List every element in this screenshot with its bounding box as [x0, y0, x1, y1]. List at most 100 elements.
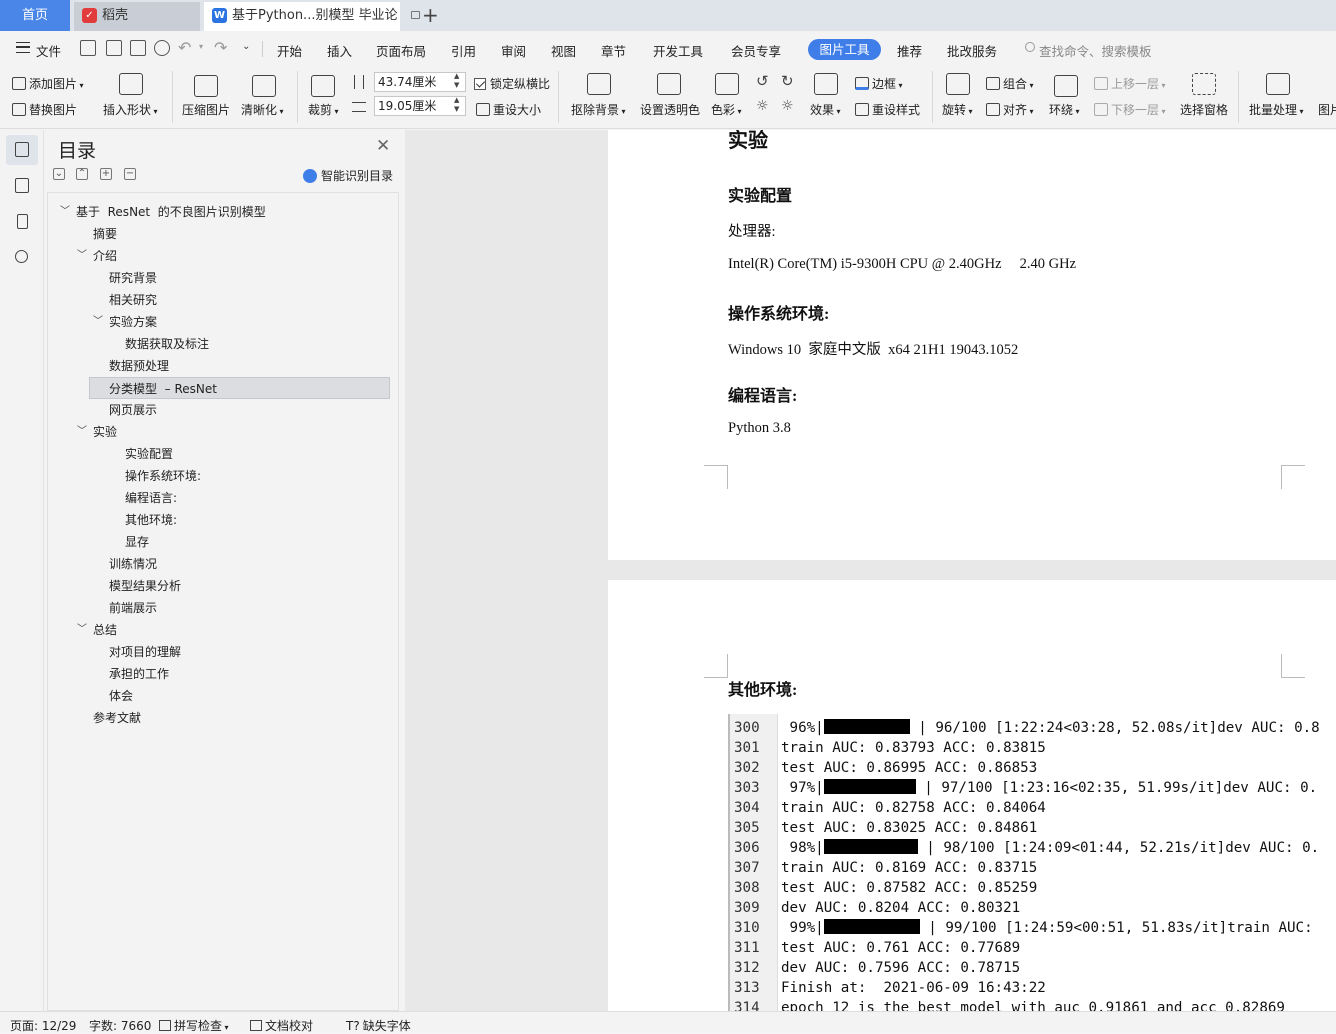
- toc-item[interactable]: 训练情况: [109, 553, 157, 575]
- proofread-button[interactable]: 文档校对: [250, 1017, 313, 1034]
- toc-item[interactable]: ﹀ 实验方案: [93, 311, 157, 333]
- chevron-down-icon[interactable]: ﹀: [93, 311, 103, 333]
- hamburger-icon[interactable]: [16, 42, 30, 53]
- save-icon[interactable]: [80, 40, 96, 56]
- transparency-icon: [657, 73, 681, 95]
- toc-item[interactable]: 其他环境:: [125, 509, 177, 531]
- menu-recommend[interactable]: 推荐: [897, 41, 922, 60]
- code-screenshot-image[interactable]: 300 96%| | 96/100 [1:22:24<03:28, 52.08s…: [728, 714, 1336, 1011]
- toc-item[interactable]: 编程语言:: [125, 487, 177, 509]
- find-button[interactable]: [6, 243, 38, 273]
- toc-item[interactable]: 研究背景: [109, 267, 157, 289]
- toc-item[interactable]: 承担的工作: [109, 663, 169, 685]
- toc-item[interactable]: 实验配置: [125, 443, 173, 465]
- reset-style-button[interactable]: 重设样式: [855, 101, 920, 118]
- bring-forward-button[interactable]: 上移一层 ▾: [1094, 75, 1166, 92]
- tab-home[interactable]: 首页: [0, 0, 70, 31]
- toc-item[interactable]: 网页展示: [109, 399, 157, 421]
- menu-picture-tools[interactable]: 图片工具: [808, 39, 881, 60]
- reset-size-button[interactable]: 重设大小: [476, 101, 541, 118]
- redo-icon[interactable]: ↷: [214, 38, 227, 57]
- customize-dropdown-icon[interactable]: ⌄: [242, 41, 250, 52]
- picture-more-button[interactable]: 图片: [1318, 101, 1336, 118]
- toc-pane-button[interactable]: [6, 135, 38, 165]
- group-button[interactable]: 组合 ▾: [986, 75, 1034, 92]
- tab-document[interactable]: W 基于Python...别模型 毕业论文: [204, 2, 400, 50]
- toc-item[interactable]: 参考文献: [93, 707, 141, 729]
- toc-item[interactable]: ﹀ 总结: [77, 619, 117, 641]
- chevron-down-icon[interactable]: ﹀: [77, 245, 87, 267]
- chevron-down-icon[interactable]: ﹀: [77, 421, 87, 443]
- toc-item[interactable]: 数据预处理: [109, 355, 169, 377]
- chapter-nav-button[interactable]: [6, 171, 38, 201]
- print-preview-icon[interactable]: [154, 40, 170, 56]
- close-icon[interactable]: ✕: [376, 136, 390, 156]
- menu-view[interactable]: 视图: [551, 41, 576, 60]
- add-image-button[interactable]: 添加图片 ▾: [12, 75, 84, 92]
- replace-image-button[interactable]: 替换图片: [12, 101, 77, 118]
- width-input[interactable]: 19.05厘米: [374, 96, 466, 116]
- command-search-input[interactable]: 查找命令、搜索模板: [1039, 41, 1152, 60]
- spell-check-button[interactable]: 拼写检查 ▾: [159, 1017, 229, 1034]
- chevron-down-icon[interactable]: ﹀: [77, 619, 87, 641]
- bookmark-button[interactable]: [6, 207, 38, 237]
- menu-developer[interactable]: 开发工具: [653, 41, 703, 60]
- menu-grading[interactable]: 批改服务: [947, 41, 997, 60]
- collapse-icon[interactable]: −: [124, 168, 136, 180]
- toc-item[interactable]: 分类模型 – ResNet: [89, 377, 390, 399]
- tab-docer[interactable]: ✓ 稻壳: [74, 2, 200, 31]
- menu-start[interactable]: 开始: [277, 41, 302, 60]
- word-count[interactable]: 字数: 7660: [89, 1017, 151, 1034]
- toc-item[interactable]: 对项目的理解: [109, 641, 181, 663]
- toc-item-label: 介绍: [93, 249, 118, 263]
- menu-chapter[interactable]: 章节: [601, 41, 626, 60]
- document-page: 其他环境: 300 96%| | 96/100 [1:22:24<03:28, …: [608, 580, 1336, 1011]
- chevron-down-icon[interactable]: ﹀: [60, 201, 70, 223]
- ai-detect-toc-button[interactable]: 智能识别目录: [303, 167, 393, 184]
- toc-item[interactable]: ﹀ 实验: [77, 421, 117, 443]
- rotate-right-icon[interactable]: ↻: [781, 72, 794, 90]
- send-backward-button[interactable]: 下移一层 ▾: [1094, 101, 1166, 118]
- shape-icon: [119, 73, 143, 95]
- menu-review[interactable]: 审阅: [501, 41, 526, 60]
- toc-item[interactable]: 模型结果分析: [109, 575, 181, 597]
- brightness-up-icon[interactable]: ☼: [756, 98, 769, 114]
- expand-up-icon[interactable]: ⌃: [76, 168, 88, 180]
- missing-font-button[interactable]: T? 缺失字体: [346, 1017, 411, 1034]
- toc-item[interactable]: ﹀ 基于 ResNet 的不良图片识别模型: [60, 201, 266, 223]
- lock-ratio-checkbox[interactable]: 锁定纵横比: [474, 75, 550, 92]
- code-text: 99%| | 99/100 [1:24:59<00:51, 51.83s/it]…: [781, 918, 1321, 938]
- print-icon[interactable]: [130, 40, 146, 56]
- toc-item[interactable]: 数据获取及标注: [125, 333, 209, 355]
- page-count[interactable]: 页面: 12/29: [10, 1017, 76, 1034]
- export-pdf-icon[interactable]: [106, 40, 122, 56]
- undo-dropdown-icon[interactable]: ▾: [199, 42, 203, 51]
- line-number: 306: [734, 840, 760, 856]
- new-tab-icon[interactable]: +: [422, 3, 439, 27]
- menu-references[interactable]: 引用: [451, 41, 476, 60]
- height-stepper[interactable]: ▲ ▼: [454, 72, 459, 90]
- collapse-all-icon[interactable]: ⌄: [53, 168, 65, 180]
- toc-item-label: 实验配置: [125, 447, 174, 461]
- toc-item[interactable]: 体会: [109, 685, 133, 707]
- menu-file[interactable]: 文件: [36, 41, 61, 60]
- undo-icon[interactable]: ↶: [178, 38, 191, 57]
- brightness-down-icon[interactable]: ☼: [781, 98, 794, 114]
- menu-insert[interactable]: 插入: [327, 41, 352, 60]
- border-button[interactable]: 边框 ▾: [855, 75, 903, 92]
- progress-bar: [823, 839, 918, 854]
- toc-item[interactable]: 摘要: [93, 223, 117, 245]
- toc-item[interactable]: 显存: [125, 531, 149, 553]
- toc-item[interactable]: 相关研究: [109, 289, 157, 311]
- width-stepper[interactable]: ▲ ▼: [454, 96, 459, 114]
- toc-item[interactable]: ﹀ 介绍: [77, 245, 118, 267]
- expand-all-icon[interactable]: +: [100, 168, 112, 180]
- align-button[interactable]: 对齐 ▾: [986, 101, 1034, 118]
- toc-item[interactable]: 操作系统环境:: [125, 465, 201, 487]
- menu-page-layout[interactable]: 页面布局: [376, 41, 426, 60]
- tab-popout-icon[interactable]: [411, 11, 420, 19]
- rotate-left-icon[interactable]: ↺: [756, 72, 769, 90]
- toc-item[interactable]: 前端展示: [109, 597, 157, 619]
- height-input[interactable]: 43.74厘米: [374, 72, 466, 92]
- menu-member[interactable]: 会员专享: [731, 41, 781, 60]
